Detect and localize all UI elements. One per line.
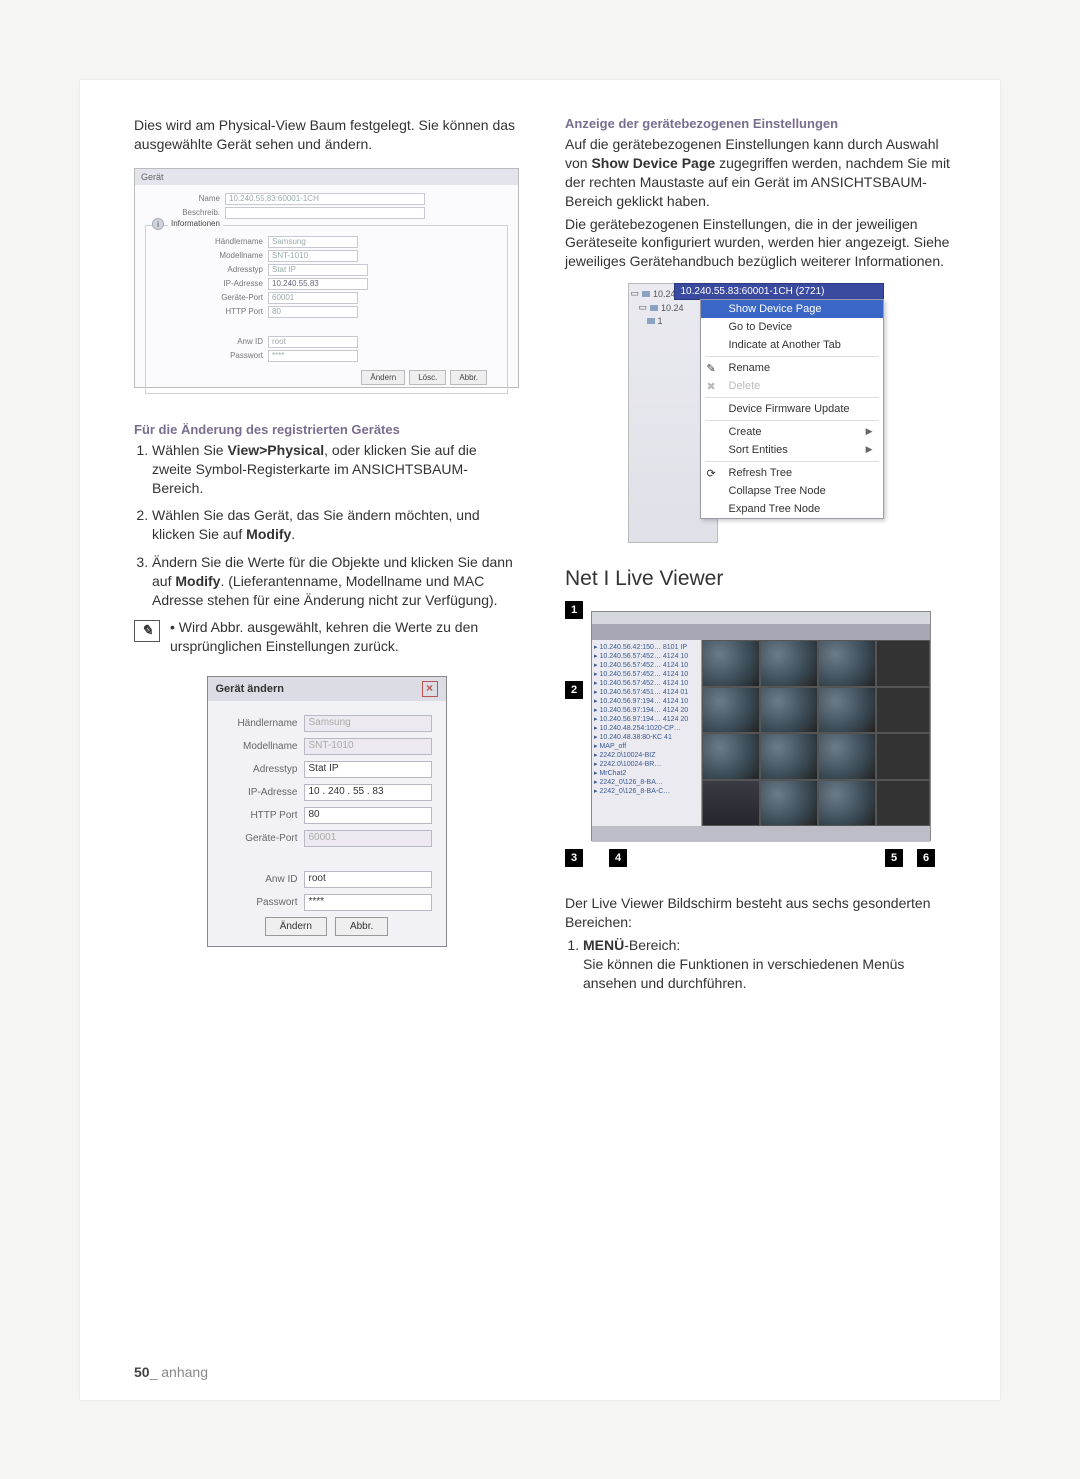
- live-viewer-heading: Net I Live Viewer: [565, 567, 950, 591]
- dlg-modify-button[interactable]: Ändern: [265, 917, 327, 936]
- ctx-expand[interactable]: Expand Tree Node: [701, 500, 883, 518]
- live-items: MENÜ-Bereich: Sie können die Funktionen …: [565, 936, 950, 993]
- device-info-panel: Gerät Name 10.240.55.83:60001-1CH Beschr…: [134, 168, 519, 388]
- info-tab[interactable]: Informationen: [168, 219, 223, 228]
- delete-icon: ✖: [707, 380, 721, 394]
- addrtype-field[interactable]: Stat IP: [268, 264, 368, 276]
- intro-text: Dies wird am Physical-View Baum festgele…: [134, 116, 519, 154]
- dlg-user[interactable]: root: [304, 871, 432, 888]
- right-para-1: Auf die gerätebezogenen Einstellungen ka…: [565, 135, 950, 211]
- ctx-delete: ✖Delete: [701, 377, 883, 395]
- ctx-create[interactable]: Create▶: [701, 423, 883, 441]
- ctx-refresh[interactable]: ⟳Refresh Tree: [701, 464, 883, 482]
- refresh-icon: ⟳: [707, 467, 721, 481]
- ctx-collapse[interactable]: Collapse Tree Node: [701, 482, 883, 500]
- callout-2: 2: [565, 681, 583, 699]
- dlg-addrtype[interactable]: Stat IP: [304, 761, 432, 778]
- right-para-2: Die gerätebezogenen Einstellungen, die i…: [565, 215, 950, 272]
- dlg-ip[interactable]: 10 . 240 . 55 . 83: [304, 784, 432, 801]
- dlg-model: SNT-1010: [304, 738, 432, 755]
- delete-button[interactable]: Lösc.: [409, 370, 446, 385]
- callout-4: 4: [609, 849, 627, 867]
- dlg-devport: 60001: [304, 830, 432, 847]
- pw-field[interactable]: ****: [268, 350, 358, 362]
- live-caption: Der Live Viewer Bildschirm besteht aus s…: [565, 894, 950, 932]
- model-field: SNT-1010: [268, 250, 358, 262]
- lv-menubar: [592, 612, 930, 624]
- ctx-rename[interactable]: ✎Rename: [701, 359, 883, 377]
- note-icon: ✎: [134, 620, 160, 642]
- panel-header: Gerät: [141, 172, 164, 182]
- right-subhead: Anzeige der gerätebezogenen Einstellunge…: [565, 116, 950, 131]
- desc-field[interactable]: [225, 207, 425, 219]
- note-block: ✎ • Wird Abbr. ausgewählt, kehren die We…: [134, 620, 519, 660]
- callout-5: 5: [885, 849, 903, 867]
- live-viewer-shot: ▸ 10.240.56.42:150… 8101 IP▸ 10.240.56.5…: [565, 601, 945, 876]
- ctx-go-to-device[interactable]: Go to Device: [701, 318, 883, 336]
- ip-field[interactable]: 10.240.55.83: [268, 278, 368, 290]
- context-menu: Show Device Page Go to Device Indicate a…: [700, 299, 884, 519]
- modify-button[interactable]: Ändern: [361, 370, 405, 385]
- callout-6: 6: [917, 849, 935, 867]
- ctx-show-device-page[interactable]: Show Device Page: [701, 300, 883, 318]
- name-field[interactable]: 10.240.55.83:60001-1CH: [225, 193, 425, 205]
- lv-statusbar: [592, 826, 930, 842]
- ctx-firmware[interactable]: Device Firmware Update: [701, 400, 883, 418]
- dlg-vendor: Samsung: [304, 715, 432, 732]
- name-label: Name: [165, 194, 225, 203]
- steps-list: Wählen Sie View>Physical, oder klicken S…: [134, 441, 519, 610]
- lv-tree: ▸ 10.240.56.42:150… 8101 IP▸ 10.240.56.5…: [592, 640, 702, 826]
- dlg-cancel-button[interactable]: Abbr.: [335, 917, 388, 936]
- left-subhead: Für die Änderung des registrierten Gerät…: [134, 422, 519, 437]
- page-footer: 50_ anhang: [134, 1364, 208, 1380]
- cancel-button[interactable]: Abbr.: [450, 370, 487, 385]
- modify-device-dialog: Gerät ändern × HändlernameSamsung Modell…: [207, 676, 447, 947]
- vendor-field: Samsung: [268, 236, 358, 248]
- close-icon[interactable]: ×: [422, 681, 438, 697]
- dlg-http[interactable]: 80: [304, 807, 432, 824]
- dlg-pw[interactable]: ****: [304, 894, 432, 911]
- desc-label: Beschreib.: [165, 208, 225, 217]
- http-field[interactable]: 80: [268, 306, 358, 318]
- ctx-indicate-tab[interactable]: Indicate at Another Tab: [701, 336, 883, 354]
- ctx-sort[interactable]: Sort Entities▶: [701, 441, 883, 459]
- lv-toolbar: [592, 624, 930, 640]
- user-field[interactable]: root: [268, 336, 358, 348]
- callout-3: 3: [565, 849, 583, 867]
- context-menu-shot: ▭ 10.24 ▭ 10.24 1 10.240.55.83:60001-1CH…: [628, 283, 888, 543]
- lv-video-grid: [702, 640, 930, 826]
- dialog-title: Gerät ändern: [216, 683, 284, 695]
- devport-field: 60001: [268, 292, 358, 304]
- rename-icon: ✎: [707, 362, 721, 376]
- callout-1: 1: [565, 601, 583, 619]
- ctx-header-node: 10.240.55.83:60001-1CH (2721): [674, 283, 884, 300]
